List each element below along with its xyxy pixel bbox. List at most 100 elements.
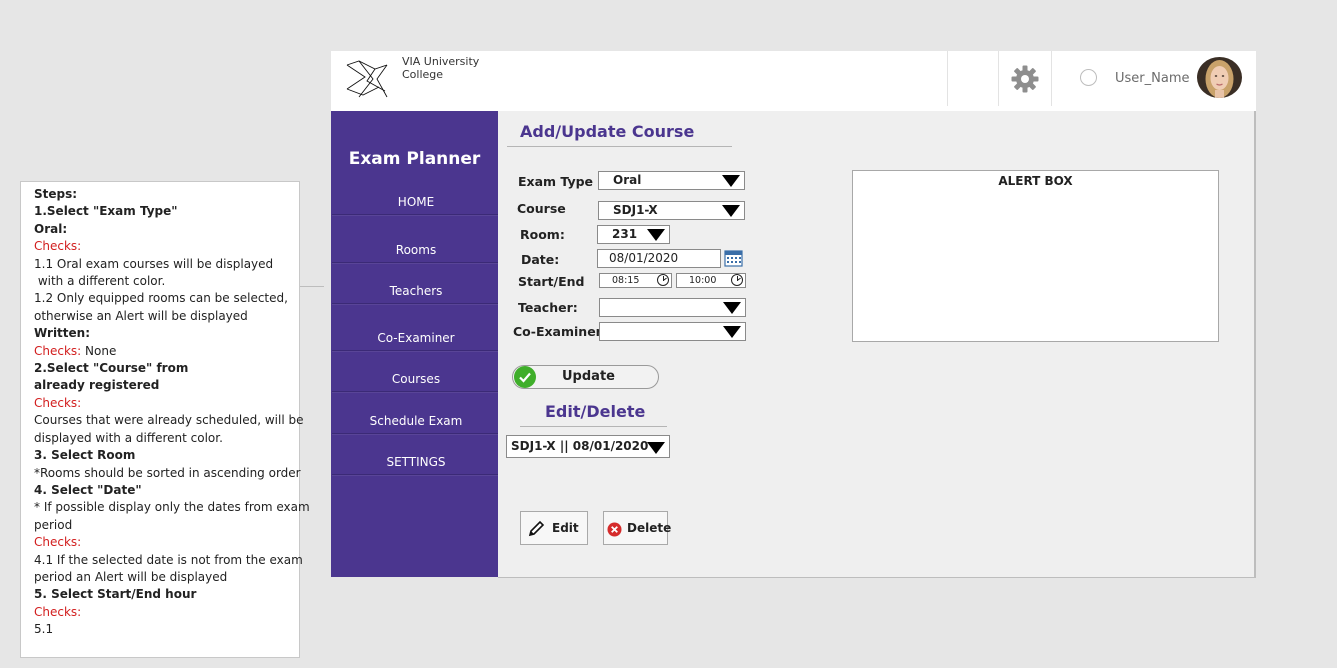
sidebar-item-teachers[interactable]: Teachers — [332, 278, 501, 304]
co-examiner-label: Co-Examiner — [513, 324, 602, 339]
sidebar-item-courses[interactable]: Courses — [332, 366, 501, 392]
pencil-icon — [528, 520, 545, 537]
logo-text: VIA University College — [402, 55, 480, 81]
written-checks-value: None — [81, 343, 117, 358]
notes-line: period an Alert will be displayed — [34, 569, 228, 584]
notes-line: 1.2 Only equipped rooms can be selected, — [34, 291, 288, 306]
user-name[interactable]: User_Name — [1115, 71, 1189, 86]
chevron-down-icon — [722, 175, 740, 187]
notes-line: Steps: — [34, 187, 78, 201]
chevron-down-icon — [723, 302, 741, 314]
notes-line: Checks: None — [34, 343, 299, 360]
notes-line: 5.1 — [34, 622, 54, 637]
room-select[interactable]: 231 — [597, 225, 670, 244]
heading-underline — [520, 426, 667, 427]
end-time-input[interactable]: 10:00 — [676, 273, 746, 288]
notes-line: Checks: — [34, 395, 82, 410]
notes-line: 5. Select Start/End hour — [34, 587, 197, 602]
edit-delete-heading: Edit/Delete — [545, 402, 646, 421]
alert-title: ALERT BOX — [998, 174, 1073, 188]
via-logo-icon — [346, 60, 388, 98]
avatar[interactable] — [1197, 57, 1242, 98]
notes-line: 2.Select "Course" from — [34, 361, 189, 376]
delete-label: Delete — [627, 521, 672, 535]
sidebar-title: Exam Planner — [348, 149, 481, 169]
calendar-icon[interactable] — [724, 249, 744, 268]
notes-line: 1.1 Oral exam courses will be displayed — [34, 256, 274, 271]
written-checks-label: Checks: — [34, 343, 82, 358]
notes-line: Checks: — [34, 535, 82, 550]
notes-line: * If possible display only the dates fro… — [34, 500, 310, 515]
chevron-down-icon — [647, 442, 665, 454]
logo-line-2: College — [402, 67, 444, 81]
sidebar-item-schedule-exam[interactable]: Schedule Exam — [332, 408, 501, 434]
notes-line: 4.1 If the selected date is not from the… — [34, 552, 303, 567]
notes-line: *Rooms should be sorted in ascending ord… — [34, 465, 301, 480]
chevron-down-icon — [722, 205, 740, 217]
notes-line: Courses that were already scheduled, wil… — [34, 413, 304, 428]
main-content: Add/Update Course Exam Type Oral Course … — [498, 111, 1256, 578]
notes-line: already registered — [34, 378, 160, 393]
course-value: SDJ1-X — [613, 203, 658, 217]
edit-button[interactable]: Edit — [520, 511, 588, 545]
date-value: 08/01/2020 — [609, 251, 679, 265]
update-button[interactable]: Update — [512, 365, 659, 389]
chevron-down-icon — [647, 229, 665, 241]
status-radio-icon[interactable] — [1080, 69, 1097, 86]
delete-x-icon — [607, 522, 622, 537]
co-examiner-select[interactable] — [599, 322, 746, 341]
scheduled-exam-select[interactable]: SDJ1-X || 08/01/2020 — [506, 435, 670, 458]
notes-line: period — [34, 517, 73, 532]
notes-line: with a different color. — [34, 274, 166, 289]
start-time-value: 08:15 — [612, 275, 640, 286]
toolbar-divider — [947, 51, 948, 106]
notes-line: 3. Select Room — [34, 448, 136, 463]
sidebar-item-home[interactable]: HOME — [332, 189, 501, 215]
notes-line: Checks: — [34, 604, 82, 619]
start-end-label: Start/End — [518, 274, 585, 289]
notes-line: otherwise an Alert will be displayed — [34, 308, 248, 323]
clock-icon[interactable] — [657, 274, 669, 286]
logo-line-1: VIA University — [402, 55, 480, 68]
steps-notes-panel: Steps: 1.Select "Exam Type" Oral: Checks: 1.… — [20, 181, 310, 658]
app-window: VIA University College User_Name Exam Pl… — [331, 51, 1256, 578]
teacher-label: Teacher: — [518, 300, 578, 315]
notes-line: Written: — [34, 326, 91, 341]
delete-button[interactable]: Delete — [603, 511, 672, 545]
notes-line: 4. Select "Date" — [34, 482, 142, 497]
course-label: Course — [517, 201, 566, 216]
end-time-value: 10:00 — [689, 275, 717, 286]
sidebar-item-co-examiner[interactable]: Co-Examiner — [332, 325, 501, 351]
date-input[interactable]: 08/01/2020 — [597, 249, 721, 268]
gear-icon[interactable] — [1010, 64, 1040, 94]
toolbar-divider — [998, 51, 999, 106]
room-value: 231 — [612, 227, 638, 241]
toolbar-divider — [1051, 51, 1052, 106]
exam-type-value: Oral — [613, 173, 642, 187]
update-label: Update — [562, 369, 615, 384]
course-select[interactable]: SDJ1-X — [598, 201, 745, 220]
exam-type-label: Exam Type — [518, 174, 594, 189]
clock-icon[interactable] — [731, 274, 743, 286]
connector-line — [300, 286, 324, 287]
room-label: Room: — [520, 227, 565, 242]
teacher-select[interactable] — [599, 298, 746, 317]
heading-underline — [507, 146, 732, 147]
date-label: Date: — [521, 252, 560, 267]
form-heading: Add/Update Course — [520, 122, 695, 141]
notes-line: 1.Select "Exam Type" — [34, 204, 178, 219]
notes-line: Oral: — [34, 221, 68, 236]
sidebar-item-rooms[interactable]: Rooms — [332, 237, 501, 263]
scheduled-exam-value: SDJ1-X || 08/01/2020 — [511, 439, 649, 453]
check-icon — [514, 366, 536, 388]
top-bar: VIA University College User_Name — [331, 51, 1256, 112]
edit-label: Edit — [552, 521, 579, 535]
sidebar-item-settings[interactable]: SETTINGS — [332, 449, 501, 475]
notes-line: displayed with a different color. — [34, 430, 223, 445]
chevron-down-icon — [723, 326, 741, 338]
exam-type-select[interactable]: Oral — [598, 171, 745, 190]
notes-line: Checks: — [34, 239, 82, 254]
sidebar: Exam Planner HOME Rooms Teachers Co-Exam… — [331, 111, 501, 577]
start-time-input[interactable]: 08:15 — [599, 273, 672, 288]
alert-box: ALERT BOX — [852, 170, 1219, 342]
